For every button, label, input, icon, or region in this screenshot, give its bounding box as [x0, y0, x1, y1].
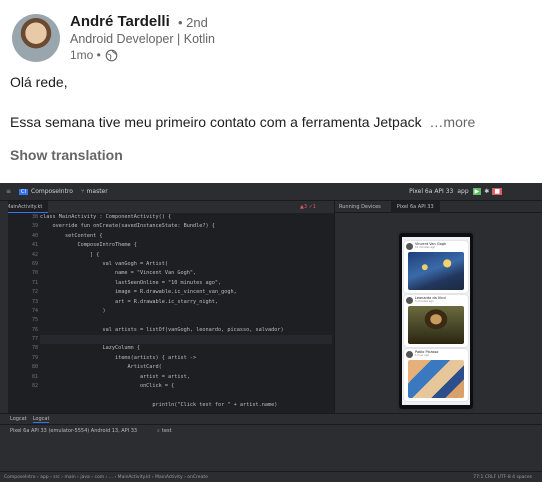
stop-icon[interactable]: ■	[492, 188, 502, 195]
line-number: 73	[31, 298, 38, 305]
inspection-warnings[interactable]: ▲3 ✓1	[300, 204, 316, 210]
artwork-image	[408, 252, 464, 290]
line-number: 70	[31, 270, 38, 277]
line-number: 41	[31, 242, 38, 249]
post-image-ide-screenshot[interactable]: ≡ CI ComposeIntro ⑂ master Pixel 6a API …	[0, 183, 542, 482]
emulator-phone[interactable]: Vincent Van Gogh 10 minutes ago Leonardo…	[397, 231, 475, 411]
connection-degree: • 2nd	[178, 15, 208, 30]
line-number: 81	[31, 373, 38, 380]
post-header: André Tardelli • 2nd Android Developer |…	[0, 0, 542, 70]
emulator-screen[interactable]: Vincent Van Gogh 10 minutes ago Leonardo…	[402, 237, 470, 405]
artist-last-seen: 1 hour ago	[415, 354, 430, 357]
code-line: )	[40, 307, 106, 314]
artwork-image	[408, 306, 464, 344]
code-line: ComposeIntroTheme {	[40, 242, 137, 249]
status-position[interactable]: 77:1 CRLF UTF-8 4 spaces	[473, 475, 532, 480]
author-avatar[interactable]	[12, 14, 60, 62]
artwork-image	[408, 360, 464, 398]
running-devices-title: Running Devices	[339, 203, 381, 210]
project-name[interactable]: ComposeIntro	[31, 188, 73, 195]
running-devices-header: Running Devices Pixel 6a API 33	[335, 200, 542, 213]
tab-logcat[interactable]: Logcat	[10, 416, 27, 422]
artist-avatar	[406, 243, 413, 250]
device-selector[interactable]: Pixel 6a API 33	[409, 188, 453, 195]
running-devices-panel: Running Devices Pixel 6a API 33 Vincent …	[334, 200, 542, 413]
code-line: onClick = {	[40, 383, 175, 390]
logcat-tabbar: Logcat Logcat	[0, 414, 542, 425]
line-number: 79	[31, 354, 38, 361]
editor-tabbar: MainActivity.kt	[0, 201, 340, 213]
tab-device[interactable]: Pixel 6a API 33	[390, 200, 440, 213]
author-name[interactable]: André Tardelli	[70, 13, 170, 30]
artist-card[interactable]: Pablo Picasso 1 hour ago	[404, 349, 468, 401]
branch-name[interactable]: master	[87, 188, 108, 195]
project-icon: CI	[19, 188, 28, 195]
globe-icon	[105, 49, 118, 61]
line-number: 76	[31, 326, 38, 333]
artist-avatar	[406, 351, 413, 358]
filter-icon: ⌕	[157, 427, 160, 434]
line-number: 75	[31, 317, 38, 324]
line-number: 78	[31, 345, 38, 352]
show-translation-button[interactable]: Show translation	[10, 147, 123, 163]
line-number: 40	[31, 232, 38, 239]
code-line: items(artists) { artist ->	[40, 354, 197, 361]
branch-icon: ⑂	[80, 188, 85, 195]
line-number: 74	[31, 307, 38, 314]
code-line: ] {	[40, 251, 100, 258]
code-line: val vanGogh = Artist(	[40, 260, 169, 267]
code-line: lastSeenOnline = "10 minutes ago",	[40, 279, 222, 286]
code-line: val artists = listOf(vanGogh, leonardo, …	[40, 326, 284, 333]
post-text-line2: Essa semana tive meu primeiro contato co…	[10, 114, 475, 130]
code-line	[40, 335, 332, 345]
code-line: artist = artist,	[40, 373, 190, 380]
code-line-last: println("Click test for " + artist.name)	[40, 402, 278, 408]
line-number-gutter: 38 39 40 41 42 69 70 71 72 73 74 75 76 77 78 79 80 81 82	[8, 213, 38, 413]
logcat-filter-input[interactable]: test	[162, 428, 172, 434]
status-bar: ComposeIntro › app › src › main › java ›…	[0, 471, 542, 482]
run-icon[interactable]: ▶	[472, 188, 482, 195]
code-line: class MainActivity : ComponentActivity()…	[40, 214, 172, 220]
post-time: 1mo •	[70, 48, 101, 62]
line-number: 69	[31, 260, 38, 267]
code-line: name = "Vincent Van Gogh",	[40, 270, 197, 277]
line-number: 77	[31, 336, 38, 343]
ide-toolbar: ≡ CI ComposeIntro ⑂ master Pixel 6a API …	[0, 183, 542, 201]
line-number: 39	[31, 223, 38, 230]
line-number: 38	[31, 214, 38, 220]
code-editor[interactable]: class MainActivity : ComponentActivity()…	[40, 213, 332, 413]
post-text-line1: Olá rede,	[10, 74, 68, 90]
code-line: art = R.drawable.ic_starry_night,	[40, 298, 219, 305]
artist-last-seen: 10 minutes ago	[415, 246, 436, 249]
code-line: LazyColumn {	[40, 345, 140, 352]
line-number: 72	[31, 289, 38, 296]
post-body: Essa semana tive meu primeiro contato co…	[10, 114, 422, 130]
post-meta: 1mo •	[70, 48, 118, 62]
code-line: image = R.drawable.ic_vincent_van_gogh,	[40, 289, 237, 296]
logcat-panel: Logcat Logcat Pixel 6a API 33 (emulator-…	[0, 413, 542, 471]
code-line: override fun onCreate(savedInstanceState…	[40, 223, 215, 230]
line-number: 82	[31, 383, 38, 390]
menu-icon: ≡	[6, 188, 12, 195]
author-headline: Android Developer | Kotlin	[70, 32, 215, 46]
artist-card[interactable]: Vincent Van Gogh 10 minutes ago	[404, 241, 468, 293]
logcat-toolbar: Pixel 6a API 33 (emulator-5554) Android …	[0, 425, 542, 436]
tab-logcat-active[interactable]: Logcat	[32, 416, 50, 423]
see-more-link[interactable]: …more	[429, 114, 475, 130]
debug-icon[interactable]: ✱	[484, 188, 489, 195]
artist-last-seen: 5 minutes ago	[415, 300, 434, 303]
status-breadcrumb[interactable]: ComposeIntro › app › src › main › java ›…	[4, 475, 208, 480]
line-number: 42	[31, 251, 38, 258]
code-line: setContent {	[40, 232, 103, 239]
logcat-device-select[interactable]: Pixel 6a API 33 (emulator-5554) Android …	[10, 428, 137, 434]
artist-avatar	[406, 297, 413, 304]
line-number: 71	[31, 279, 38, 286]
run-config[interactable]: app	[457, 188, 468, 195]
code-line: ArtistCard(	[40, 364, 162, 371]
artist-card[interactable]: Leonardo da Vinci 5 minutes ago	[404, 295, 468, 347]
line-number: 80	[31, 364, 38, 371]
